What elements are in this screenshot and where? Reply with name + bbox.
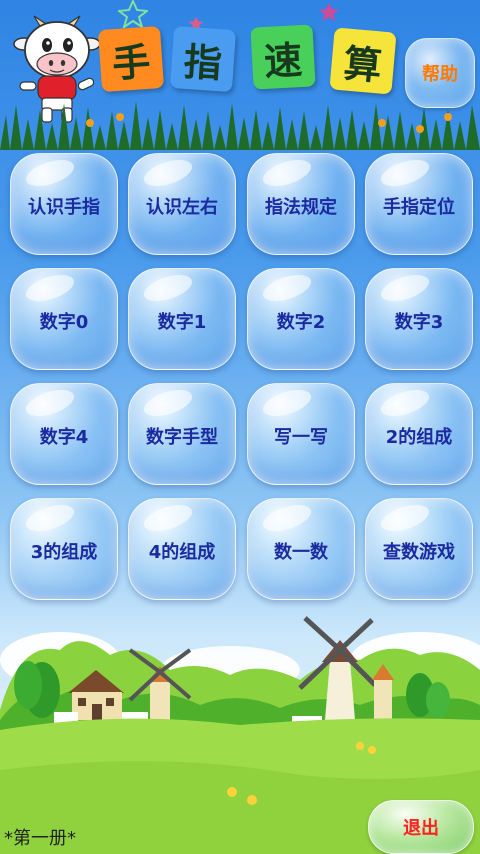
lesson-label: 数字2: [276, 312, 326, 333]
title-tile-3: 速: [250, 24, 316, 90]
lesson-button[interactable]: 数字1: [128, 268, 236, 370]
header: 手 指 速 算 帮助: [0, 0, 480, 150]
lesson-label: 手指定位: [383, 197, 455, 218]
lesson-label: 4的组成: [148, 542, 216, 563]
lesson-button[interactable]: 写一写: [247, 383, 355, 485]
grass-decoration: [0, 101, 480, 150]
title-tile-2: 指: [169, 25, 237, 93]
lesson-button[interactable]: 指法规定: [247, 153, 355, 255]
book-volume-label: *第一册*: [4, 824, 76, 850]
title-tile-4: 算: [329, 27, 397, 95]
lesson-label: 数字1: [157, 312, 207, 333]
lesson-button[interactable]: 数字0: [10, 268, 118, 370]
lesson-button[interactable]: 数字4: [10, 383, 118, 485]
lesson-button[interactable]: 查数游戏: [365, 498, 473, 600]
lesson-button[interactable]: 认识左右: [128, 153, 236, 255]
star-icon: [118, 0, 148, 28]
lesson-label: 数字0: [39, 312, 89, 333]
lesson-label: 数一数: [274, 542, 328, 563]
lesson-label: 2的组成: [385, 427, 453, 448]
lesson-label: 认识手指: [28, 197, 100, 218]
lesson-button[interactable]: 4的组成: [128, 498, 236, 600]
lesson-button[interactable]: 认识手指: [10, 153, 118, 255]
lesson-button[interactable]: 数字3: [365, 268, 473, 370]
lesson-label: 指法规定: [265, 197, 337, 218]
lesson-label: 认识左右: [146, 197, 218, 218]
lesson-button[interactable]: 手指定位: [365, 153, 473, 255]
lesson-button[interactable]: 2的组成: [365, 383, 473, 485]
lesson-label: 数字3: [394, 312, 444, 333]
lesson-button[interactable]: 数一数: [247, 498, 355, 600]
book-volume-text: *第一册*: [4, 828, 76, 849]
help-button[interactable]: 帮助: [405, 38, 475, 108]
lesson-label: 3的组成: [30, 542, 98, 563]
star-icon: [319, 2, 339, 22]
lesson-button[interactable]: 3的组成: [10, 498, 118, 600]
exit-button[interactable]: 退出: [368, 800, 474, 854]
lesson-label: 查数游戏: [383, 542, 455, 563]
lesson-label: 写一写: [274, 427, 328, 448]
lesson-label: 数字手型: [146, 427, 218, 448]
lesson-button[interactable]: 数字手型: [128, 383, 236, 485]
lesson-button[interactable]: 数字2: [247, 268, 355, 370]
lesson-label: 数字4: [39, 427, 89, 448]
title-tile-1: 手: [97, 25, 165, 93]
